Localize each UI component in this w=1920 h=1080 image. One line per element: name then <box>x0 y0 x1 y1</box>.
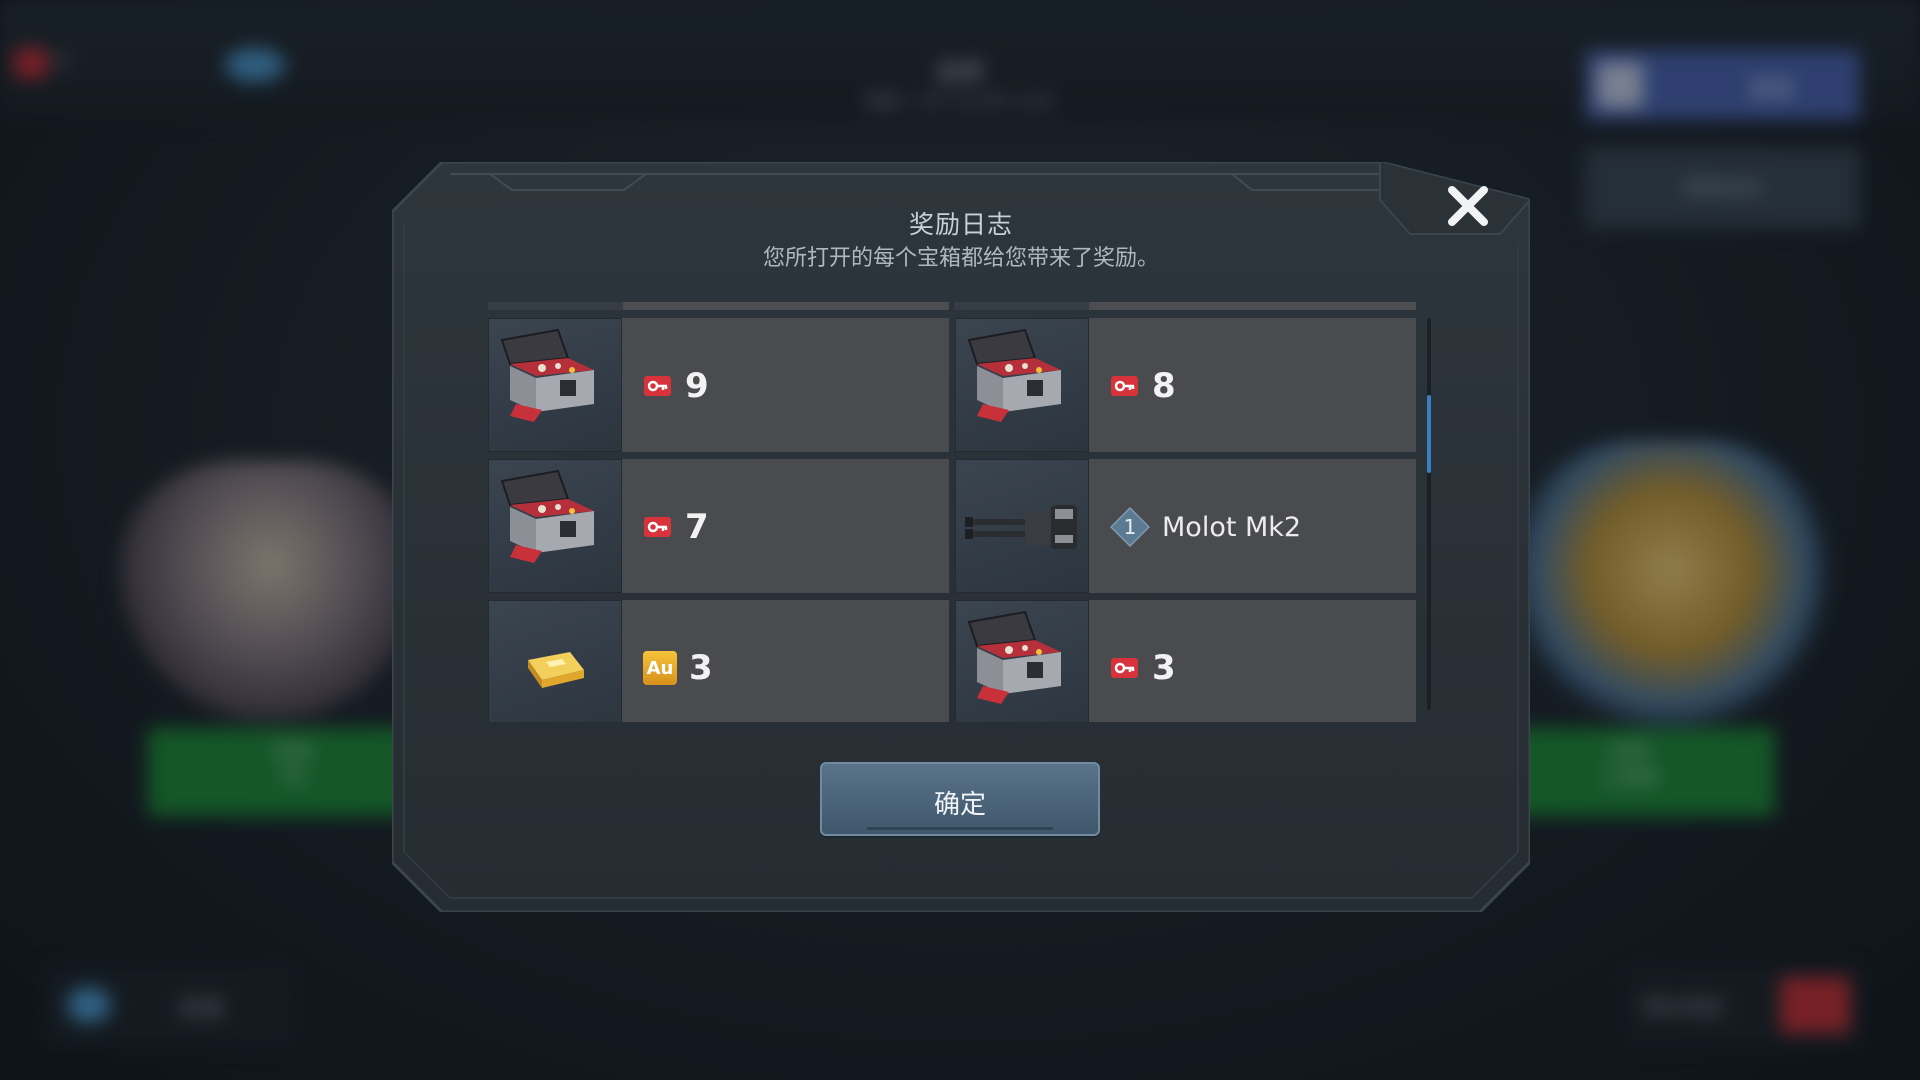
scrollbar-track[interactable] <box>1427 318 1431 710</box>
button-lip <box>867 827 1053 830</box>
reward-amount: 9 <box>643 366 709 406</box>
gold-au-icon: Au <box>643 651 677 685</box>
reward-amount-value: 7 <box>685 507 709 547</box>
key-icon <box>1111 376 1138 396</box>
dialog-subtitle: 您所打开的每个宝箱都给您带来了奖励。 <box>762 246 1159 271</box>
reward-amount: 3 <box>1110 648 1176 688</box>
dialog-title: 奖励日志 <box>908 210 1013 239</box>
reward-amount: 8 <box>1110 366 1176 406</box>
reward-item: 1 Molot Mk2 <box>955 459 1416 593</box>
confirm-button[interactable]: 确定 <box>820 762 1100 836</box>
chest-icon <box>955 600 1089 722</box>
reward-amount-value: 8 <box>1152 366 1176 406</box>
scrollbar-thumb[interactable] <box>1427 395 1431 473</box>
level-diamond-icon: 1 <box>1109 506 1151 548</box>
confirm-button-label: 确定 <box>933 790 986 820</box>
reward-item: 3 <box>955 600 1416 722</box>
reward-amount: 1 Molot Mk2 <box>1109 506 1302 548</box>
key-icon <box>644 376 671 396</box>
reward-level: 1 <box>1123 515 1137 539</box>
chest-icon <box>488 459 622 593</box>
chest-icon <box>955 318 1089 452</box>
reward-amount: Au 3 <box>643 648 713 688</box>
reward-item-name: Molot Mk2 <box>1162 511 1302 543</box>
reward-item: 8 <box>955 318 1416 452</box>
reward-item: 7 <box>488 459 949 593</box>
reward-amount: 7 <box>643 507 709 547</box>
reward-amount-value: 3 <box>689 648 713 688</box>
reward-amount-value: 9 <box>685 366 709 406</box>
gun-icon <box>955 459 1089 593</box>
chest-icon <box>488 318 622 452</box>
gold-bar-icon <box>488 600 622 722</box>
reward-list[interactable]: 9 8 7 1 Molot Mk2 Au 3 3 <box>488 302 1418 722</box>
reward-item: 9 <box>488 318 949 452</box>
reward-amount-value: 3 <box>1152 648 1176 688</box>
reward-item: Au 3 <box>488 600 949 722</box>
key-icon <box>1111 658 1138 678</box>
key-icon <box>644 517 671 537</box>
